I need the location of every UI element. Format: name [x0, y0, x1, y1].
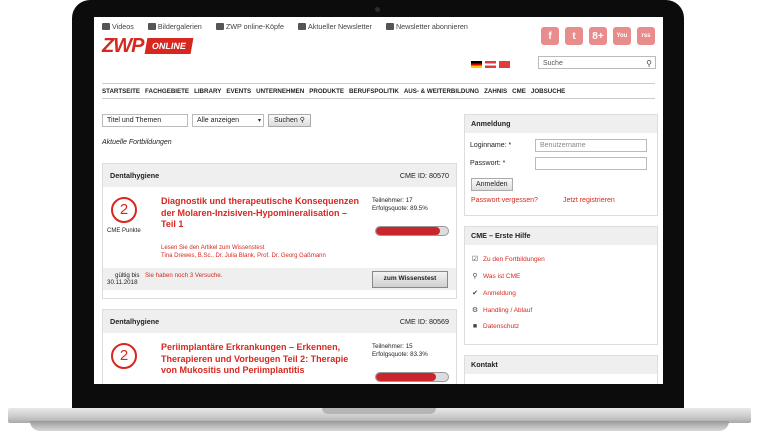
- nav-jobsuche[interactable]: JOBSUCHE: [531, 88, 565, 95]
- galleries-link[interactable]: Bildergalerien: [147, 22, 208, 31]
- card-category: Dentalhygiene: [110, 171, 160, 180]
- facebook-icon[interactable]: f: [541, 27, 559, 45]
- search-button[interactable]: Suchen ⚲: [268, 114, 311, 127]
- austrian-flag-icon[interactable]: [485, 61, 496, 68]
- login-header: Anmeldung: [465, 115, 657, 133]
- cme-id: CME ID: 80570: [399, 171, 449, 180]
- video-icon: [102, 23, 110, 30]
- nav-cme[interactable]: CME: [512, 88, 526, 95]
- success-rate: Erfolgsquote: 89.5%: [372, 205, 428, 212]
- forgot-password-link[interactable]: Passwort vergessen?: [471, 197, 538, 204]
- cme-id: CME ID: 80569: [399, 317, 449, 326]
- cme-points-badge: 2: [111, 343, 137, 369]
- youtube-icon[interactable]: You: [613, 27, 631, 45]
- gears-icon: ⚙: [471, 307, 479, 314]
- cme-points-badge: 2: [111, 197, 137, 223]
- utility-bar: Videos Bildergalerien ZWP online-Köpfe A…: [102, 22, 480, 31]
- german-flag-icon[interactable]: [471, 61, 482, 68]
- attempts-note: Sie haben noch 3 Versuche.: [145, 272, 223, 279]
- camera-dot: [375, 7, 380, 12]
- login-button[interactable]: Anmelden: [471, 178, 513, 191]
- login-label: Loginname: *: [470, 142, 512, 149]
- videos-link[interactable]: Videos: [102, 22, 140, 31]
- laptop-base: [0, 397, 759, 435]
- register-link[interactable]: Jetzt registrieren: [563, 197, 615, 204]
- contact-panel: Kontakt: [464, 355, 658, 384]
- course-card: Dentalhygiene CME ID: 80570 2 CME Punkte…: [102, 163, 457, 299]
- help-link-privacy[interactable]: ■ Datenschutz: [471, 323, 519, 330]
- checkbox-icon: ☑: [471, 256, 479, 263]
- course-card: Dentalhygiene CME ID: 80569 2 Periimplan…: [102, 309, 457, 384]
- googleplus-icon[interactable]: 8+: [589, 27, 607, 45]
- filter-bar: Titel und Themen Alle anzeigen ▾ Suchen …: [102, 114, 311, 127]
- cme-points-label: CME Punkte: [107, 228, 141, 234]
- subscribe-link[interactable]: Newsletter abonnieren: [385, 22, 474, 31]
- site-logo[interactable]: ZWP ONLINE: [102, 35, 194, 57]
- success-progress-bar: [375, 226, 449, 236]
- section-title: Aktuelle Fortbildungen: [102, 139, 172, 146]
- search-input[interactable]: Suche ⚲: [538, 56, 656, 69]
- person-icon: [215, 23, 224, 30]
- course-title-link[interactable]: Diagnostik und therapeutische Konsequenz…: [161, 196, 363, 231]
- valid-label: gültig bis: [115, 272, 140, 279]
- lock-icon: ■: [472, 323, 478, 330]
- nav-startseite[interactable]: STARTSEITE: [102, 88, 140, 95]
- filter-select[interactable]: Alle anzeigen ▾: [192, 114, 264, 127]
- help-link-what-is-cme[interactable]: ⚲ Was ist CME: [471, 272, 520, 281]
- open-notch: [322, 408, 436, 414]
- language-flags: [471, 61, 510, 68]
- chevron-down-icon: ▾: [257, 118, 261, 124]
- camera-icon: [147, 23, 156, 30]
- social-links: f t 8+ You rss: [541, 27, 655, 45]
- nav-events[interactable]: EVENTS: [226, 88, 251, 95]
- password-field[interactable]: [535, 157, 647, 170]
- login-panel: Anmeldung Loginname: * Benutzername Pass…: [464, 114, 658, 216]
- success-fill: [376, 227, 441, 235]
- swiss-flag-icon[interactable]: [499, 61, 510, 68]
- mail-icon: [298, 23, 307, 30]
- password-label: Passwort: *: [470, 160, 506, 167]
- newsletter-link[interactable]: Aktueller Newsletter: [298, 22, 378, 31]
- contact-header: Kontakt: [465, 356, 657, 374]
- nav-unternehmen[interactable]: UNTERNEHMEN: [256, 88, 304, 95]
- help-link-courses[interactable]: ☑ Zu den Fortbildungen: [471, 255, 545, 264]
- success-progress-bar: [375, 372, 449, 382]
- nav-weiterbildung[interactable]: AUS- & WEITERBILDUNG: [404, 88, 479, 95]
- nav-fachgebiete[interactable]: FACHGEBIETE: [145, 88, 189, 95]
- browser-screen: Videos Bildergalerien ZWP online-Köpfe A…: [94, 17, 663, 384]
- take-test-button[interactable]: zum Wissenstest: [372, 271, 448, 288]
- help-header: CME – Erste Hilfe: [465, 227, 657, 245]
- help-link-registration[interactable]: ✔ Anmeldung: [471, 289, 516, 298]
- success-fill: [376, 373, 436, 381]
- rss-icon[interactable]: rss: [637, 27, 655, 45]
- article-link[interactable]: Lesen Sie den Artikel zum Wissenstest: [161, 244, 326, 252]
- valid-date: 30.11.2018: [107, 279, 138, 286]
- search-icon: ⚲: [299, 117, 305, 124]
- username-field[interactable]: Benutzername: [535, 139, 647, 152]
- heads-link[interactable]: ZWP online-Köpfe: [215, 22, 290, 31]
- nav-produkte[interactable]: PRODUKTE: [309, 88, 344, 95]
- nav-library[interactable]: LIBRARY: [194, 88, 221, 95]
- help-panel: CME – Erste Hilfe ☑ Zu den Fortbildungen …: [464, 226, 658, 345]
- topic-input[interactable]: Titel und Themen: [102, 114, 188, 127]
- nav-zahnis[interactable]: ZAHNIS: [484, 88, 507, 95]
- participants-count: Teilnehmer: 17: [372, 197, 413, 204]
- twitter-icon[interactable]: t: [565, 27, 583, 45]
- main-nav: STARTSEITE FACHGEBIETE LIBRARY EVENTS UN…: [102, 83, 655, 99]
- lightbulb-icon: ⚲: [472, 273, 478, 280]
- help-link-handling[interactable]: ⚙ Handling / Ablauf: [471, 306, 532, 315]
- check-icon: ✔: [472, 290, 478, 297]
- participants-count: Teilnehmer: 15: [372, 343, 413, 350]
- success-rate: Erfolgsquote: 83.3%: [372, 351, 428, 358]
- search-icon[interactable]: ⚲: [646, 57, 652, 70]
- course-title-link[interactable]: Periimplantäre Erkrankungen – Erkennen, …: [161, 342, 363, 377]
- card-footer: gültig bis 30.11.2018 Sie haben noch 3 V…: [103, 268, 456, 290]
- course-authors: Tina Drewes, B.Sc., Dr. Julia Blank, Pro…: [161, 253, 326, 259]
- nav-berufspolitik[interactable]: BERUFSPOLITIK: [349, 88, 399, 95]
- send-icon: [385, 23, 394, 30]
- card-category: Dentalhygiene: [110, 317, 160, 326]
